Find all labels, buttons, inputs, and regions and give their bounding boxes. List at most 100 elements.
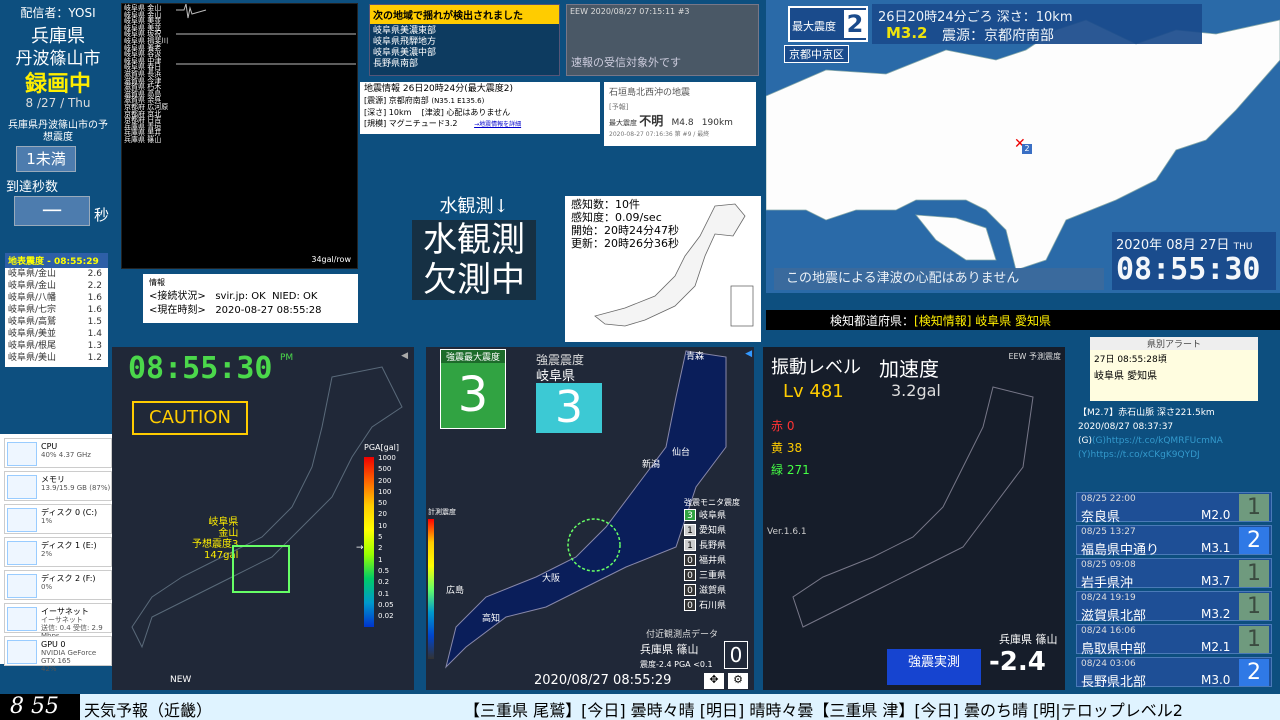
pga-tick: 0.02 bbox=[378, 612, 394, 621]
tsunami-message: この地震による津波の心配はありません bbox=[774, 268, 1104, 290]
perf-name: ディスク 1 (E:) bbox=[41, 541, 97, 550]
pga-tick: 200 bbox=[378, 476, 392, 485]
legend-row: 0 滋賀県 bbox=[684, 584, 726, 599]
tweet-link-g[interactable]: (G)https://t.co/kQMRFUcmNA bbox=[1092, 436, 1223, 446]
detect-ticker: 検知都道府県：[検知情報] 岐阜県 愛知県 bbox=[766, 310, 1280, 330]
legend-badge: 0 bbox=[684, 599, 696, 611]
perf-graph bbox=[7, 475, 37, 499]
quake-headline: 26日20時24分ごろ 深さ：10km bbox=[878, 10, 1073, 25]
foreign-title: 石垣島北西沖の地震 bbox=[609, 88, 691, 98]
quake-place: 鳥取県中部 bbox=[1081, 642, 1147, 657]
compass-icon[interactable]: ✥ bbox=[704, 673, 724, 689]
quake-list-item[interactable]: 08/24 16:06 鳥取県中部 M2.1 1 bbox=[1076, 624, 1272, 657]
quake-intensity: 1 bbox=[1239, 626, 1269, 653]
sense-map: 感知数：10件 感知度：0.09/sec 開始：20時24分47秒 更新：20時… bbox=[565, 196, 761, 342]
detail-link[interactable]: →地震情報を詳細 bbox=[474, 121, 521, 128]
quake-list-item[interactable]: 08/25 22:00 奈良県 M2.0 1 bbox=[1076, 492, 1272, 525]
tweet-link-y[interactable]: (Y)https://t.co/xCKgK9QYDJ bbox=[1078, 450, 1200, 460]
water-arrow-label: 水観測↓ bbox=[439, 196, 509, 217]
kmoni-collapse-icon[interactable]: ◀ bbox=[401, 351, 408, 361]
vib-level: Lv 481 bbox=[783, 381, 844, 402]
quake-mag: M3.2 bbox=[886, 24, 928, 42]
ranking-value: 1.4 bbox=[87, 329, 102, 339]
quake-info-panel: 地震情報 26日20時24分(最大震度2) [震源] 京都府南部 (N35.1 … bbox=[360, 82, 600, 134]
legend-pref: 石川県 bbox=[699, 601, 727, 611]
perf-graph bbox=[7, 541, 37, 565]
detect-area: 長野県南部 bbox=[373, 59, 419, 69]
kyoshin-collapse-icon[interactable]: ◀ bbox=[745, 349, 752, 359]
sense-degree: 感知度：0.09/sec bbox=[571, 211, 662, 224]
nied-status: NIED: OK bbox=[272, 291, 318, 302]
quake-intensity: 1 bbox=[1239, 593, 1269, 620]
legend-row: 0 三重県 bbox=[684, 569, 726, 584]
quake-list-item[interactable]: 08/25 13:27 福島県中通り M3.1 2 bbox=[1076, 525, 1272, 558]
intensity-mark: 2 bbox=[1022, 144, 1032, 154]
ranking-name: 岐阜県/美並 bbox=[8, 329, 57, 339]
pga-tick: 50 bbox=[378, 499, 387, 508]
pga-tick: 2 bbox=[378, 544, 383, 553]
perf-graph bbox=[7, 574, 37, 598]
perf-value: 2% bbox=[41, 550, 53, 558]
scale-pointer-icon: → bbox=[356, 543, 364, 553]
ranking-row: 岐阜県/八幡 1.6 bbox=[5, 292, 108, 304]
perf-graph bbox=[7, 442, 37, 466]
pga-scale-bar bbox=[364, 457, 374, 627]
detect-area: 岐阜県飛騨地方 bbox=[373, 37, 437, 47]
perf-row: ディスク 2 (F:) 0% bbox=[4, 570, 112, 600]
pref-alert-panel: 県別アラート 27日 08:55:28頃 岐阜県 愛知県 bbox=[1090, 337, 1258, 401]
kyoshin-time: 2020/08/27 08:55:29 bbox=[534, 673, 672, 688]
perf-value: NVIDIA GeForce GTX 165 bbox=[41, 649, 97, 665]
intensity-scale-bar bbox=[428, 519, 434, 659]
kmoni-clock: 08:55:30 bbox=[128, 351, 273, 386]
ranking-value: 1.6 bbox=[87, 305, 102, 315]
perf-row: ディスク 1 (E:) 2% bbox=[4, 537, 112, 567]
perf-text: ディスク 1 (E:) 2% bbox=[41, 541, 97, 559]
detect-area: 岐阜県美濃中部 bbox=[373, 48, 437, 58]
quake-headline-box: 26日20時24分ごろ 深さ：10km M3.2 震源：京都府南部 bbox=[872, 4, 1202, 44]
legend-badge: 0 bbox=[684, 569, 696, 581]
max-intensity-badge: 最大震度 2 bbox=[788, 6, 868, 42]
pga-tick: 1 bbox=[378, 555, 383, 564]
waveform-traces bbox=[176, 4, 356, 65]
perf-name: ディスク 2 (F:) bbox=[41, 574, 96, 583]
sense-update: 更新：20時26分36秒 bbox=[571, 237, 679, 250]
quake-list-item[interactable]: 08/24 19:19 滋賀県北部 M3.2 1 bbox=[1076, 591, 1272, 624]
ranking-row: 岐阜県/高鷲 1.5 bbox=[5, 316, 108, 328]
svir-status: svir.jp: OK bbox=[215, 291, 266, 302]
perf-name: GPU 0 bbox=[41, 640, 66, 649]
perf-value: 40% 4.37 GHz bbox=[41, 451, 91, 459]
kyoshin-int-badge: 3 bbox=[536, 383, 602, 433]
quake-list-item[interactable]: 08/24 03:06 長野県北部 M3.0 2 bbox=[1076, 657, 1272, 690]
legend-row: 0 石川県 bbox=[684, 599, 726, 614]
measured-value: -2.4 bbox=[989, 647, 1046, 677]
quake-date: 08/24 19:19 bbox=[1081, 593, 1136, 603]
pga-tick: 10 bbox=[378, 521, 387, 530]
legend-pref: 長野県 bbox=[699, 541, 727, 551]
quake-intensity: 1 bbox=[1239, 494, 1269, 521]
ranking-row: 岐阜県/金山 2.6 bbox=[5, 268, 108, 280]
perf-name: メモリ bbox=[41, 475, 65, 484]
perf-graph bbox=[7, 640, 37, 664]
ranking-name: 岐阜県/根尾 bbox=[8, 341, 57, 351]
legend-pref: 岐阜県 bbox=[699, 511, 727, 521]
eew-header: EEW 2020/08/27 07:15:11 #3 bbox=[570, 7, 690, 16]
ranking-name: 岐阜県/美山 bbox=[8, 353, 57, 363]
quake-place: 奈良県 bbox=[1081, 510, 1121, 525]
perf-value: 13.9/15.9 GB (87%) bbox=[41, 484, 111, 492]
quake-date: 08/25 13:27 bbox=[1081, 527, 1136, 537]
recording-status: 録画中 bbox=[24, 72, 91, 97]
arrival-value: 一 bbox=[14, 196, 90, 226]
perf-value: 1% bbox=[41, 517, 53, 525]
pga-tick: 1000 bbox=[378, 454, 396, 462]
quake-place: 岩手県沖 bbox=[1081, 576, 1134, 591]
ranking-name: 岐阜県/八幡 bbox=[8, 293, 57, 303]
ranking-row: 岐阜県/美山 1.2 bbox=[5, 352, 108, 364]
perf-value: イーサネット bbox=[41, 616, 83, 624]
gear-icon[interactable]: ⚙ bbox=[728, 673, 748, 689]
clock-date: 2020年 08月 27日 THU bbox=[1116, 238, 1253, 253]
waveform-scale: 34gal/row bbox=[311, 255, 351, 264]
quake-list-item[interactable]: 08/25 09:08 岩手県沖 M3.7 1 bbox=[1076, 558, 1272, 591]
bottom-bar: 8 55 天気予報（近畿） 【三重県 尾鷲】[今日] 曇時々晴 [明日] 晴時々… bbox=[0, 694, 1280, 720]
sense-start: 開始：20時24分47秒 bbox=[571, 224, 679, 237]
quake-date: 08/24 16:06 bbox=[1081, 626, 1136, 636]
